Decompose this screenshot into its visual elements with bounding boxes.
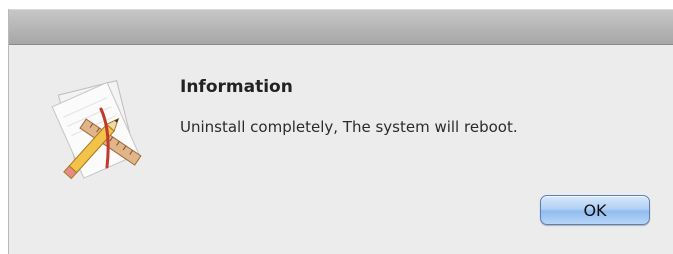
ok-button[interactable]: OK xyxy=(540,195,650,225)
dialog-message: Uninstall completely, The system will re… xyxy=(180,118,518,136)
alert-dialog: Information Uninstall completely, The sy… xyxy=(9,9,673,254)
window-titlebar[interactable] xyxy=(9,9,673,45)
ok-button-label: OK xyxy=(583,200,607,220)
script-editor-icon xyxy=(51,80,142,180)
titlebar-highlight xyxy=(9,9,673,10)
screen: Information Uninstall completely, The sy… xyxy=(0,0,673,254)
dialog-title: Information xyxy=(180,77,293,97)
